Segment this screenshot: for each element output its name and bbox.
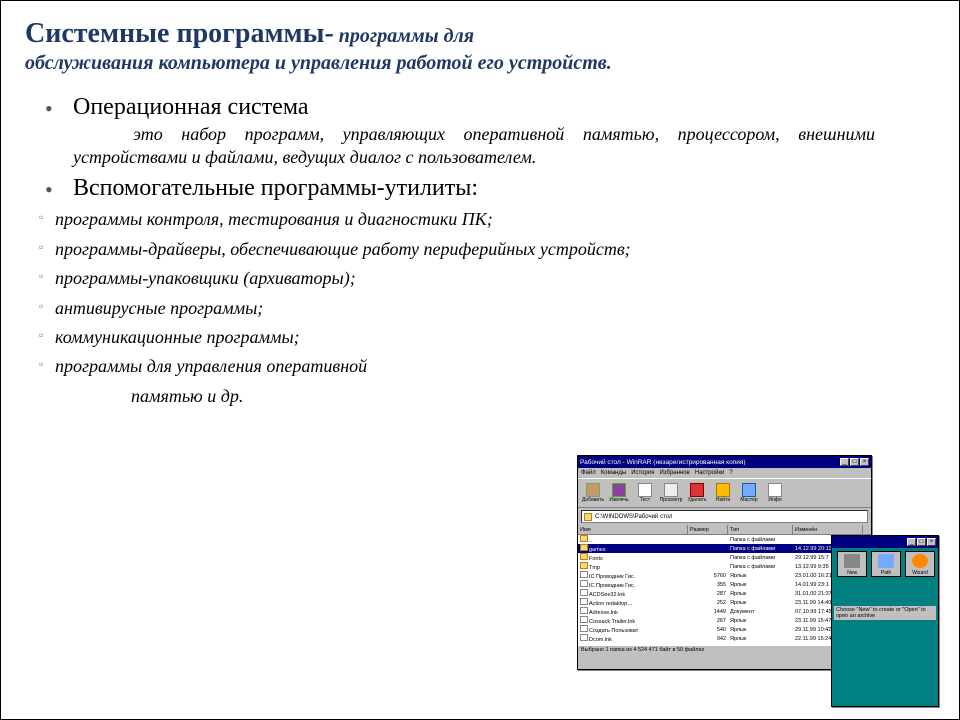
tool-wizard[interactable]: Мастер [737, 480, 761, 506]
minimize-icon[interactable]: _ [840, 458, 849, 466]
winrar-titlebar: Рабочий стол - WinRAR (незарегистрирован… [578, 456, 871, 468]
sub-item-3: антивирусные программы; [25, 297, 935, 320]
table-row[interactable]: IC Проводник Гис.5760Ярлык23.01.00 16:21 [578, 571, 871, 580]
sub-item-2: программы-упаковщики (архиваторы); [25, 267, 935, 290]
filelist[interactable]: ..Папка с файламиgamesПапка с файлами14.… [578, 535, 871, 645]
menu-history[interactable]: История [631, 470, 654, 476]
table-row[interactable]: Action redaktop…252Ярлык23.11.99 14:40 [578, 598, 871, 607]
sub-item-0: программы контроля, тестирования и диагн… [25, 208, 935, 231]
menu-help[interactable]: ? [729, 470, 732, 476]
tool-test[interactable]: Тест [633, 480, 657, 506]
menu-file[interactable]: Файл [581, 470, 596, 476]
win2-body: New Path Wizard Choose "New" to create o… [832, 548, 938, 622]
thumb-2[interactable]: Path [871, 551, 901, 577]
tool-info[interactable]: Инфо [763, 480, 787, 506]
close-icon[interactable]: × [860, 458, 869, 466]
os-desc-line1: это набор программ, управляющих оператив… [73, 124, 780, 144]
tool-delete[interactable]: Удалить [685, 480, 709, 506]
screenshot-area: Рабочий стол - WinRAR (незарегистрирован… [577, 455, 937, 707]
win2-caption: Choose "New" to create or "Open" to open… [834, 606, 936, 620]
sub-item-5: программы для управления оперативной [25, 355, 935, 378]
bullet-os: Операционная система [25, 94, 935, 121]
thumb-3[interactable]: Wizard [905, 551, 935, 577]
maximize-icon[interactable]: □ [850, 458, 859, 466]
win2-close-icon[interactable]: × [927, 538, 936, 546]
bullet-utilities: Вспомогательные программы-утилиты: [25, 175, 935, 202]
window-secondary: _ □ × New Path Wizard Choose "New" to cr… [831, 535, 939, 707]
win2-maximize-icon[interactable]: □ [917, 538, 926, 546]
col-type[interactable]: Тип [728, 525, 793, 534]
menu-commands[interactable]: Команды [601, 470, 626, 476]
folder-icon [584, 513, 592, 521]
tool-view[interactable]: Просмотр [659, 480, 683, 506]
col-size[interactable]: Размер [688, 525, 728, 534]
winrar-title: Рабочий стол - WinRAR (незарегистрирован… [580, 459, 839, 466]
title-main: Системные программы- [25, 18, 334, 49]
content-area: Операционная система это набор программ,… [25, 94, 935, 409]
menu-settings[interactable]: Настройки [695, 470, 724, 476]
table-row[interactable]: Adresse.lnk1449Документ07.10.99 17:45 [578, 607, 871, 616]
sub-item-tail: памятью и др. [25, 385, 935, 408]
winrar-status: Выбрано 1 папка из 4 524 471 байт в 50 ф… [578, 645, 871, 656]
winrar-toolbar: Добавить Извлечь Тест Просмотр Удалить Н… [578, 478, 871, 508]
table-row[interactable]: Cossack Trailer.lnk267Ярлык23.11.99 15:4… [578, 616, 871, 625]
menu-favorites[interactable]: Избранное [659, 470, 689, 476]
winrar-address[interactable]: C:\WINDOWS\Рабочий стол [581, 510, 868, 523]
sub-item-1: программы-драйверы, обеспечивающие работ… [25, 238, 935, 261]
window-winrar: Рабочий стол - WinRAR (незарегистрирован… [577, 455, 872, 670]
sub-item-4: коммуникационные программы; [25, 326, 935, 349]
filelist-header: Имя Размер Тип Изменён [578, 525, 871, 535]
thumb-1[interactable]: New [837, 551, 867, 577]
tool-extract[interactable]: Извлечь [607, 480, 631, 506]
os-description: это набор программ, управляющих оператив… [25, 123, 875, 170]
table-row[interactable]: ACDSee32.lnk287Ярлык31.01.00 21:37 [578, 589, 871, 598]
slide-title: Системные программы- программы для [25, 17, 935, 51]
table-row[interactable]: ..Папка с файлами [578, 535, 871, 544]
table-row[interactable]: IC Проводник Гис.355Ярлык14.01.99 23:1 [578, 580, 871, 589]
table-row[interactable]: Создать Пользоват540Ярлык29.11.99 10:42 [578, 625, 871, 634]
win2-minimize-icon[interactable]: _ [907, 538, 916, 546]
col-date[interactable]: Изменён [793, 525, 863, 534]
table-row[interactable]: gamesПапка с файлами14.12.99 20:13 [578, 544, 871, 553]
table-row[interactable]: FontsПапка с файлами29.12.99 15:7 [578, 553, 871, 562]
tool-add[interactable]: Добавить [581, 480, 605, 506]
table-row[interactable]: TmpПапка с файлами13.12.99 9:35 [578, 562, 871, 571]
col-name[interactable]: Имя [578, 525, 688, 534]
win2-titlebar: _ □ × [832, 536, 938, 548]
title-tail: программы для [334, 25, 474, 47]
tool-find[interactable]: Найти [711, 480, 735, 506]
table-row[interactable]: Dcom.lnk942Ярлык22.11.99 15:24 [578, 634, 871, 643]
winrar-menubar: Файл Команды История Избранное Настройки… [578, 468, 871, 478]
slide-subtitle: обслуживания компьютера и управления раб… [25, 51, 935, 76]
